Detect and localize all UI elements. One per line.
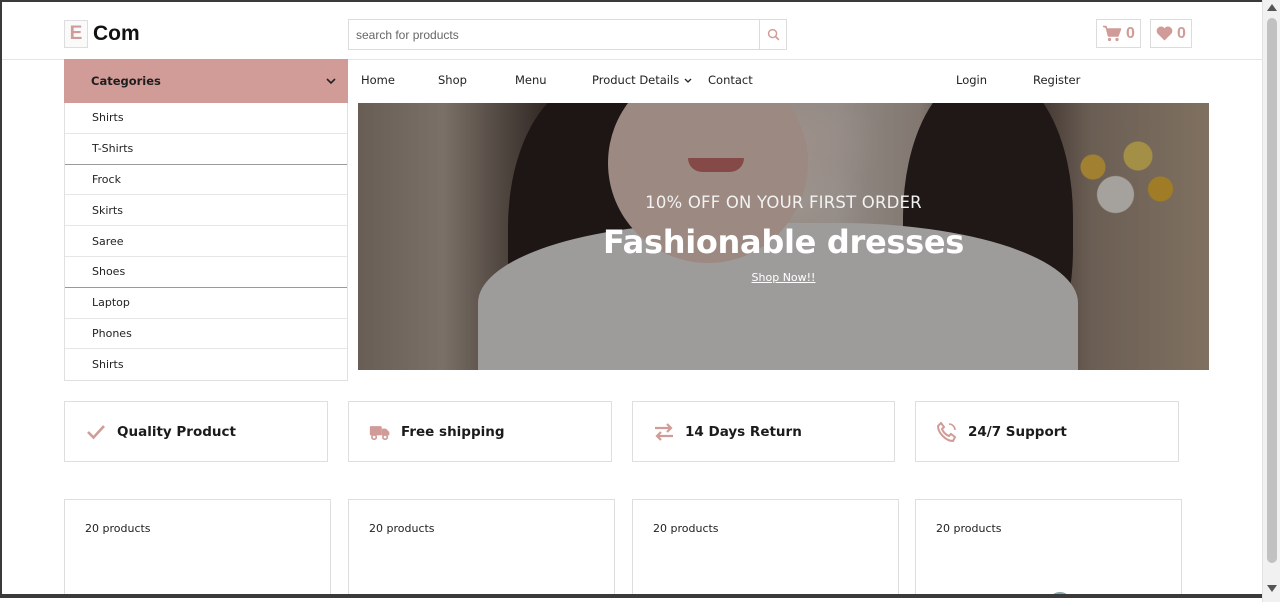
- category-item[interactable]: T-Shirts: [65, 134, 347, 165]
- feature-label: 24/7 Support: [968, 423, 1067, 440]
- nav-home[interactable]: Home: [361, 73, 395, 87]
- category-item[interactable]: Shirts: [65, 103, 347, 134]
- check-icon: [85, 421, 107, 443]
- feature-label: 14 Days Return: [685, 423, 802, 440]
- feature-shipping: Free shipping: [348, 401, 612, 462]
- site-logo[interactable]: E Com: [64, 19, 140, 49]
- scrollbar-thumb[interactable]: [1267, 18, 1277, 563]
- cart-icon: [1103, 25, 1122, 42]
- category-card[interactable]: 20 products: [64, 499, 331, 594]
- category-item[interactable]: Skirts: [65, 195, 347, 227]
- scroll-down-arrow-icon[interactable]: [1267, 585, 1277, 592]
- truck-icon: [369, 421, 391, 443]
- search-icon: [767, 28, 779, 41]
- scroll-up-arrow-icon[interactable]: [1267, 4, 1277, 11]
- wishlist-count: 0: [1177, 24, 1186, 42]
- hero-banner: 10% OFF ON YOUR FIRST ORDER Fashionable …: [358, 103, 1209, 370]
- wishlist-button[interactable]: 0: [1150, 19, 1192, 48]
- nav-contact[interactable]: Contact: [708, 73, 753, 87]
- product-count: 20 products: [653, 522, 719, 535]
- category-card[interactable]: 20 products: [915, 499, 1182, 594]
- feature-support: 24/7 Support: [915, 401, 1179, 462]
- hero-title: Fashionable dresses: [603, 223, 964, 261]
- category-item[interactable]: Phones: [65, 319, 347, 350]
- search-bar: [348, 19, 787, 50]
- feature-label: Quality Product: [117, 423, 236, 440]
- chevron-down-icon: [326, 77, 336, 84]
- nav-menu[interactable]: Menu: [515, 73, 547, 87]
- logo-text: Com: [93, 22, 140, 45]
- search-input[interactable]: [349, 20, 759, 49]
- nav-register[interactable]: Register: [1033, 73, 1080, 87]
- logo-mark: E: [64, 20, 88, 48]
- hero-subtitle: 10% OFF ON YOUR FIRST ORDER: [645, 193, 922, 212]
- heart-icon: [1156, 26, 1173, 41]
- nav-product-details[interactable]: Product Details: [592, 73, 692, 87]
- category-card[interactable]: 20 products: [348, 499, 615, 594]
- vertical-scrollbar[interactable]: [1262, 0, 1280, 602]
- feature-return: 14 Days Return: [632, 401, 895, 462]
- nav-shop[interactable]: Shop: [438, 73, 467, 87]
- product-count: 20 products: [85, 522, 151, 535]
- category-item[interactable]: Shoes: [65, 257, 347, 288]
- category-card[interactable]: 20 products: [632, 499, 899, 594]
- category-item[interactable]: Laptop: [65, 288, 347, 319]
- nav-login[interactable]: Login: [956, 73, 987, 87]
- phone-icon: [936, 420, 958, 443]
- category-item[interactable]: Shirts: [65, 349, 347, 380]
- product-count: 20 products: [936, 522, 1002, 535]
- browser-viewport: E Com 0 0: [0, 0, 1262, 598]
- category-item[interactable]: Frock: [65, 165, 347, 196]
- cart-count: 0: [1126, 24, 1135, 42]
- feature-label: Free shipping: [401, 423, 505, 440]
- cart-button[interactable]: 0: [1096, 19, 1141, 48]
- category-item[interactable]: Saree: [65, 226, 347, 257]
- shop-now-link[interactable]: Shop Now!!: [358, 271, 1209, 284]
- exchange-icon: [653, 421, 675, 443]
- product-count: 20 products: [369, 522, 435, 535]
- chevron-down-icon: [684, 78, 692, 83]
- categories-title: Categories: [91, 74, 161, 88]
- feature-quality: Quality Product: [64, 401, 328, 462]
- site-header: E Com 0 0: [2, 2, 1262, 60]
- category-list: Shirts T-Shirts Frock Skirts Saree Shoes…: [64, 103, 348, 381]
- categories-toggle[interactable]: Categories: [64, 59, 348, 103]
- search-button[interactable]: [759, 20, 786, 49]
- nav-product-details-label: Product Details: [592, 73, 680, 87]
